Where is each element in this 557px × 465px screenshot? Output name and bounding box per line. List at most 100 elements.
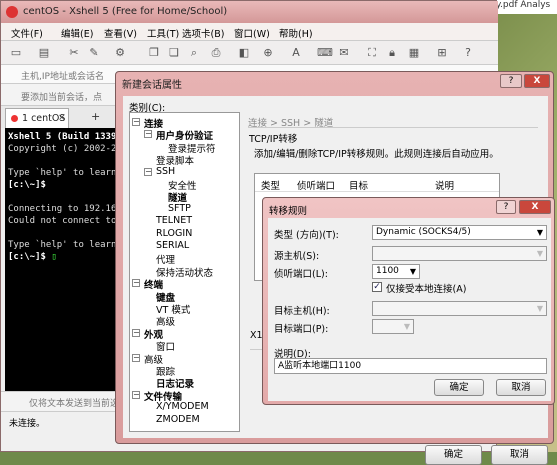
chevron-down-icon: ▼ <box>403 322 410 331</box>
menu-bar: 文件(F) 编辑(E) 查看(V) 工具(T) 选项卡(B) 窗口(W) 帮助(… <box>1 23 498 41</box>
tree-item[interactable]: SFTP <box>168 203 191 214</box>
tab-bar: 1 centOS × + <box>1 106 121 128</box>
paste-icon[interactable]: ❏ <box>167 46 181 60</box>
target-host-select[interactable]: ▼ <box>372 301 547 316</box>
forwarding-rule-dialog: 转移规则 ? X 类型 (方向)(T): Dynamic (SOCKS4/5) … <box>262 197 555 405</box>
dialog-title: 新建会话属性 <box>122 80 182 91</box>
tree-item[interactable]: ZMODEM <box>156 414 200 425</box>
reconnect-icon[interactable]: ✎ <box>87 46 101 60</box>
target-port-label: 目标端口(P): <box>274 324 329 335</box>
window-title: centOS - Xshell 5 (Free for Home/School) <box>23 6 228 17</box>
note-input[interactable]: A监听本地端口1100 <box>274 358 547 374</box>
open-folder-icon[interactable]: ▤ <box>37 46 51 60</box>
add-icon[interactable]: ⊞ <box>435 46 449 60</box>
listen-port-value: 1100 <box>376 266 399 276</box>
ok-button[interactable]: 确定 <box>425 445 482 465</box>
add-tab-icon[interactable]: + <box>91 110 100 123</box>
tree-item[interactable]: TELNET <box>156 215 192 226</box>
tree-expander-icon[interactable]: − <box>144 167 152 176</box>
tree-item[interactable]: X/YMODEM <box>156 401 209 412</box>
layout-icon[interactable]: ▦ <box>407 46 421 60</box>
chevron-down-icon: ▼ <box>536 228 543 237</box>
find-icon[interactable]: ⌕ <box>187 46 201 60</box>
x11-label: X1 <box>250 330 263 341</box>
listen-port-select[interactable]: 1100 ▼ <box>372 264 420 279</box>
rule-dialog-title: 转移规则 <box>269 206 308 217</box>
target-host-label: 目标主机(H): <box>274 306 330 317</box>
tree-expander-icon[interactable]: − <box>144 130 152 139</box>
globe-icon[interactable]: ⊕ <box>261 46 275 60</box>
divider <box>248 127 538 128</box>
column-header-type[interactable]: 类型 <box>261 178 280 192</box>
toolbar: ▭ ▤ ✂ ✎ ⚙ ❐ ❏ ⌕ ⎙ ◧ ⊕ A ⌨ ✉ ⛶ 🔒︎ ▦ ⊞ ? <box>1 41 498 65</box>
menu-view[interactable]: 查看(V) <box>104 26 137 40</box>
column-header-listen-port[interactable]: 侦听端口 <box>297 178 335 192</box>
source-host-label: 源主机(S): <box>274 251 320 262</box>
color-scheme-icon[interactable]: ◧ <box>237 46 251 60</box>
xshell-app-icon <box>6 6 18 18</box>
status-dot-icon <box>11 115 18 122</box>
desktop-corner-text: y.pdf Analys <box>492 0 557 14</box>
properties-icon[interactable]: ⚙ <box>113 46 127 60</box>
column-header-description[interactable]: 说明 <box>435 178 454 192</box>
tree-item[interactable]: RLOGIN <box>156 228 192 239</box>
rule-dialog-body: 类型 (方向)(T): Dynamic (SOCKS4/5) ▼ 源主机(S):… <box>268 218 551 401</box>
compose-icon[interactable]: ✉ <box>337 46 351 60</box>
rule-help-button[interactable]: ? <box>496 200 516 214</box>
rule-cancel-button[interactable]: 取消 <box>496 379 546 396</box>
send-hint: 仅将文本发送到当前选 <box>29 399 120 409</box>
lock-icon[interactable]: 🔒︎ <box>385 46 399 60</box>
terminal[interactable]: Xshell 5 (Build 1339 Copyright (c) 2002-… <box>5 128 119 393</box>
rule-ok-button[interactable]: 确定 <box>434 379 484 396</box>
menu-file[interactable]: 文件(F) <box>11 26 43 40</box>
menu-window[interactable]: 窗口(W) <box>234 26 270 40</box>
tree-expander-icon[interactable]: − <box>132 390 140 399</box>
chevron-down-icon: ▼ <box>536 304 543 313</box>
session-hint: 要添加当前会话，点 <box>21 93 103 103</box>
new-session-icon[interactable]: ▭ <box>9 46 23 60</box>
xshell-titlebar[interactable]: centOS - Xshell 5 (Free for Home/School) <box>1 1 498 23</box>
column-header-target[interactable]: 目标 <box>349 178 368 192</box>
cancel-button[interactable]: 取消 <box>491 445 548 465</box>
tree-expander-icon[interactable]: − <box>132 279 140 288</box>
tree-item[interactable]: SERIAL <box>156 240 189 251</box>
send-bar[interactable]: 仅将文本发送到当前选 <box>1 391 121 411</box>
help-icon[interactable]: ? <box>461 46 475 60</box>
tree-item[interactable]: 保持活动状态 <box>156 265 213 279</box>
dialog-close-button[interactable]: X <box>524 74 550 88</box>
tree-expander-icon[interactable]: − <box>132 328 140 337</box>
keyboard-icon[interactable]: ⌨ <box>317 46 333 60</box>
font-icon[interactable]: A <box>289 46 303 60</box>
menu-tabs[interactable]: 选项卡(B) <box>182 26 224 40</box>
tab-close-icon[interactable]: × <box>58 113 66 123</box>
type-label: 类型 (方向)(T): <box>274 230 339 241</box>
menu-tools[interactable]: 工具(T) <box>147 26 179 40</box>
copy-icon[interactable]: ❐ <box>147 46 161 60</box>
tab-centos[interactable]: 1 centOS × <box>5 108 69 128</box>
target-port-select[interactable]: ▼ <box>372 319 414 334</box>
tree-expander-icon[interactable]: − <box>132 353 140 362</box>
type-select[interactable]: Dynamic (SOCKS4/5) ▼ <box>372 225 547 240</box>
disconnect-icon[interactable]: ✂ <box>67 46 81 60</box>
tree-expander-icon[interactable]: − <box>132 118 140 126</box>
tree-item[interactable]: SSH <box>156 166 175 177</box>
localhost-only-label: 仅接受本地连接(A) <box>386 284 467 295</box>
fullscreen-icon[interactable]: ⛶ <box>365 46 379 60</box>
chevron-down-icon: ▼ <box>409 267 416 276</box>
menu-edit[interactable]: 编辑(E) <box>61 26 93 40</box>
section-title: TCP/IP转移 <box>249 134 298 145</box>
rule-close-button[interactable]: X <box>519 200 551 214</box>
source-host-select[interactable]: ▼ <box>372 246 547 261</box>
table-header-divider <box>255 191 499 192</box>
dialog-help-button[interactable]: ? <box>500 74 522 88</box>
chevron-down-icon: ▼ <box>536 249 543 258</box>
listen-port-label: 侦听端口(L): <box>274 269 328 280</box>
status-text: 未连接。 <box>9 419 46 429</box>
print-icon[interactable]: ⎙ <box>209 46 223 60</box>
section-description: 添加/编辑/删除TCP/IP转移规则。此规则连接后自动应用。 <box>254 149 499 160</box>
menu-help[interactable]: 帮助(H) <box>279 26 313 40</box>
localhost-only-checkbox[interactable]: ✓ <box>372 282 382 292</box>
cursor-icon: ▯ <box>51 252 57 262</box>
category-tree[interactable]: − 连接 − 用户身份验证 登录提示符 登录脚本 − SSH 安全性 隧道 SFTP TELNET RL… <box>129 112 240 432</box>
address-hint: 主机,IP地址或会话名 <box>21 72 104 82</box>
